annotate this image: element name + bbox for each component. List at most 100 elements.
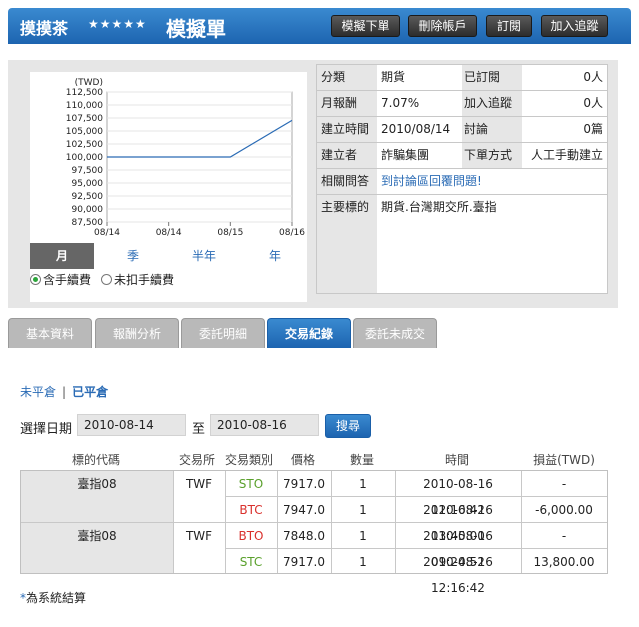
qty-cell: 1 (359, 503, 367, 517)
monthly-return-label: 月報酬 (317, 91, 377, 116)
pnl-cell: - (561, 529, 567, 543)
time-cell: 2010-08-16 12:16:42 (423, 477, 493, 517)
column-header-qty: 數量 (349, 453, 374, 467)
date-to-input[interactable]: 2010-08-16 (210, 414, 319, 436)
return-chart-svg: (TWD)112,500 110,000 107,500 105,000 102,500… (66, 78, 305, 238)
tab-return-analysis[interactable]: 報酬分析 (95, 318, 179, 348)
discuss-value: 0篇 (583, 122, 603, 136)
subscribe-button[interactable]: 訂閱 (486, 15, 532, 37)
period-quarter-button[interactable]: 季 (101, 243, 165, 269)
target-value: 期貨.台灣期交所.臺指 (381, 200, 497, 214)
fee-excluded-radio[interactable]: 未扣手續費 (101, 271, 174, 288)
tab-trade-records[interactable]: 交易紀錄 (267, 318, 351, 348)
symbol-cell: 臺指08 (77, 529, 117, 543)
tab-order-details[interactable]: 委託明細 (181, 318, 265, 348)
related-qa-label: 相關問答 (317, 169, 377, 194)
category-label: 分類 (317, 65, 377, 90)
y-tick-label: 107,500 (66, 114, 103, 124)
trade-table: 臺指08 TWF STO 7917.0 1 2010-08-16 12:16:4… (20, 470, 608, 595)
fee-included-label: 含手續費 (43, 273, 92, 287)
y-tick-label: 112,500 (66, 88, 103, 98)
footnote: *為系統結算 (20, 589, 86, 606)
column-header-pnl: 損益(TWD) (533, 453, 595, 467)
period-halfyear-button[interactable]: 半年 (172, 243, 236, 269)
column-header-price: 價格 (290, 453, 315, 467)
section-tabs: 基本資料 報酬分析 委託明細 交易紀錄 委託未成交 (8, 318, 618, 348)
delete-account-button[interactable]: 刪除帳戶 (408, 15, 477, 37)
pnl-cell: - (561, 477, 567, 491)
type-cell: STO (238, 477, 264, 491)
footnote-text: 為系統結算 (26, 591, 87, 605)
order-method-value: 人工手動建立 (530, 148, 603, 162)
y-tick-label: 95,000 (72, 179, 104, 189)
page-header: 摸摸茶 ★★★★★ 模擬單 模擬下單 刪除帳戶 訂閱 加入追蹤 (8, 8, 631, 44)
qty-cell: 1 (359, 477, 367, 491)
qty-cell: 1 (359, 555, 367, 569)
date-filter-label: 選擇日期 (20, 422, 73, 437)
qty-cell: 1 (359, 529, 367, 543)
y-tick-label: 102,500 (66, 140, 103, 150)
info-row: 分類 期貨 已訂閱 0人 (317, 65, 607, 91)
type-cell: BTO (238, 529, 264, 543)
follow-button[interactable]: 加入追蹤 (541, 15, 608, 37)
y-axis-label: (TWD) (75, 78, 103, 88)
tab-basic-info[interactable]: 基本資料 (8, 318, 92, 348)
info-row: 主要標的 期貨.台灣期交所.臺指 (317, 195, 607, 293)
price-cell: 7917.0 (283, 555, 325, 569)
x-tick-label: 08/15 (217, 228, 243, 238)
x-tick-label: 08/14 (94, 228, 120, 238)
y-tick-label: 92,500 (72, 192, 104, 202)
subscribed-value: 0人 (583, 70, 603, 84)
monthly-return-value: 7.07% (381, 96, 420, 110)
target-label: 主要標的 (317, 195, 377, 293)
simulate-order-button[interactable]: 模擬下單 (331, 15, 400, 37)
time-cell: 2010-08-16 12:16:42 (423, 555, 493, 595)
page-title: 模擬單 (166, 17, 226, 41)
fee-excluded-label: 未扣手續費 (114, 273, 175, 287)
related-qa-link[interactable]: 到討論區回覆問題! (377, 169, 482, 194)
exchange-cell: TWF (185, 477, 213, 491)
pnl-cell: 13,800.00 (533, 555, 595, 569)
x-tick-label: 08/14 (156, 228, 182, 238)
y-tick-label: 110,000 (66, 101, 103, 111)
creator-label: 建立者 (317, 143, 377, 168)
closed-positions-link[interactable]: 已平倉 (72, 385, 108, 399)
tab-unfilled-orders[interactable]: 委託未成交 (353, 318, 437, 348)
time-cell: 2010-08-16 09:24:52 (423, 529, 493, 569)
info-row: 月報酬 7.07% 加入追蹤 0人 (317, 91, 607, 117)
search-button[interactable]: 搜尋 (325, 414, 371, 438)
subscribed-label: 已訂閱 (462, 65, 522, 90)
date-to-label: 至 (192, 422, 206, 437)
column-header-time: 時間 (444, 453, 469, 467)
radio-checked-icon (30, 274, 41, 285)
type-cell: STC (239, 555, 263, 569)
column-header-symbol: 標的代碼 (71, 453, 120, 467)
fee-included-radio[interactable]: 含手續費 (30, 271, 91, 288)
y-tick-label: 97,500 (72, 166, 104, 176)
created-label: 建立時間 (317, 117, 377, 142)
created-value: 2010/08/14 (381, 122, 451, 136)
y-tick-label: 87,500 (72, 218, 104, 228)
rating-stars: ★★★★★ (88, 17, 147, 31)
period-month-button[interactable]: 月 (30, 243, 94, 269)
info-row: 相關問答 到討論區回覆問題! (317, 169, 607, 195)
switch-separator: | (62, 385, 67, 399)
info-row: 建立者 詐騙集團 下單方式 人工手動建立 (317, 143, 607, 169)
date-from-input[interactable]: 2010-08-14 (77, 414, 186, 436)
column-header-type: 交易類別 (224, 453, 273, 467)
following-label: 加入追蹤 (462, 91, 522, 116)
discuss-label: 討論 (462, 117, 522, 142)
y-tick-label: 90,000 (72, 205, 104, 215)
symbol-cell: 臺指08 (77, 477, 117, 491)
x-tick-label: 08/16 (279, 228, 305, 238)
price-cell: 7947.0 (283, 503, 325, 517)
creator-value: 詐騙集團 (381, 148, 430, 162)
period-year-button[interactable]: 年 (243, 243, 307, 269)
period-selector: 月 季 半年 年 (30, 243, 307, 269)
price-cell: 7848.0 (283, 529, 325, 543)
position-switch: 未平倉 | 已平倉 (20, 383, 108, 400)
open-positions-link[interactable]: 未平倉 (20, 385, 56, 399)
info-table: 分類 期貨 已訂閱 0人 月報酬 7.07% 加入追蹤 0人 建立時間 2010… (316, 64, 608, 294)
price-cell: 7917.0 (283, 477, 325, 491)
time-cell: 2010-08-16 13:45:00 (423, 503, 493, 543)
